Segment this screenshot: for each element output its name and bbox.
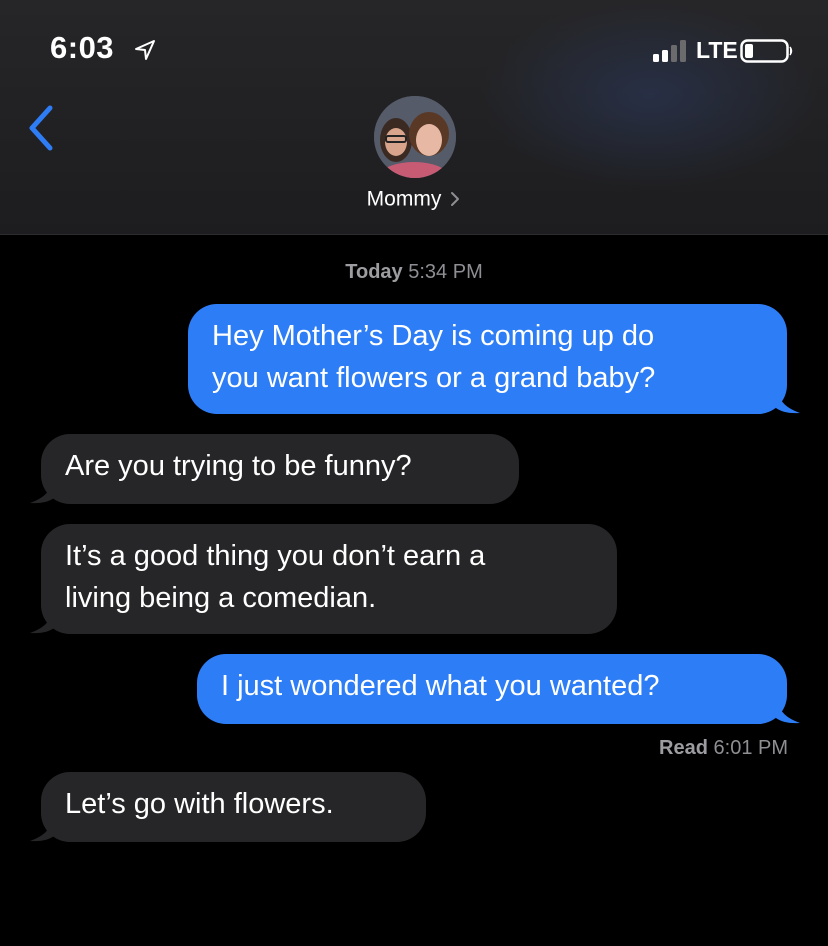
timestamp-time: 5:34 PM <box>408 261 483 283</box>
conversation-header: 6:03 LTE Mommy <box>0 0 828 235</box>
incoming-message[interactable]: It’s a good thing you don’t earn a livin… <box>41 524 617 634</box>
message-line: you want flowers or a grand baby? <box>212 362 656 394</box>
chevron-left-icon[interactable] <box>24 104 58 152</box>
battery-icon <box>740 39 793 63</box>
chevron-right-icon <box>451 192 460 207</box>
incoming-message[interactable]: Are you trying to be funny? <box>41 434 519 504</box>
message-line: I just wondered what you wanted? <box>221 670 660 702</box>
bubble-tail <box>776 392 800 414</box>
contact-avatar[interactable] <box>374 96 456 178</box>
contact-name-button[interactable]: Mommy <box>0 187 828 211</box>
thread-timestamp: Today 5:34 PM <box>0 261 828 284</box>
timestamp-day: Today <box>345 261 403 283</box>
bubble-tail <box>776 702 800 724</box>
signal-bars-icon <box>653 40 686 62</box>
location-arrow-icon <box>135 40 155 60</box>
contact-photo <box>374 96 456 178</box>
read-time: 6:01 PM <box>713 737 788 759</box>
bubble-tail <box>30 820 54 842</box>
incoming-message[interactable]: Let’s go with flowers. <box>41 772 426 842</box>
message-line: Are you trying to be funny? <box>65 450 412 482</box>
network-type: LTE <box>696 37 738 63</box>
bubble-tail <box>30 612 54 634</box>
read-receipt: Read 6:01 PM <box>659 737 788 760</box>
message-line: It’s a good thing you don’t earn a <box>65 540 486 572</box>
outgoing-message[interactable]: I just wondered what you wanted? <box>197 654 787 724</box>
message-line: living being a comedian. <box>65 582 377 614</box>
bubble-tail <box>30 482 54 504</box>
message-line: Let’s go with flowers. <box>65 788 334 820</box>
contact-name: Mommy <box>366 187 442 211</box>
status-time: 6:03 <box>50 30 115 65</box>
read-label: Read <box>659 737 708 759</box>
outgoing-message[interactable]: Hey Mother’s Day is coming up do you wan… <box>188 304 787 414</box>
message-line: Hey Mother’s Day is coming up do <box>212 320 655 352</box>
